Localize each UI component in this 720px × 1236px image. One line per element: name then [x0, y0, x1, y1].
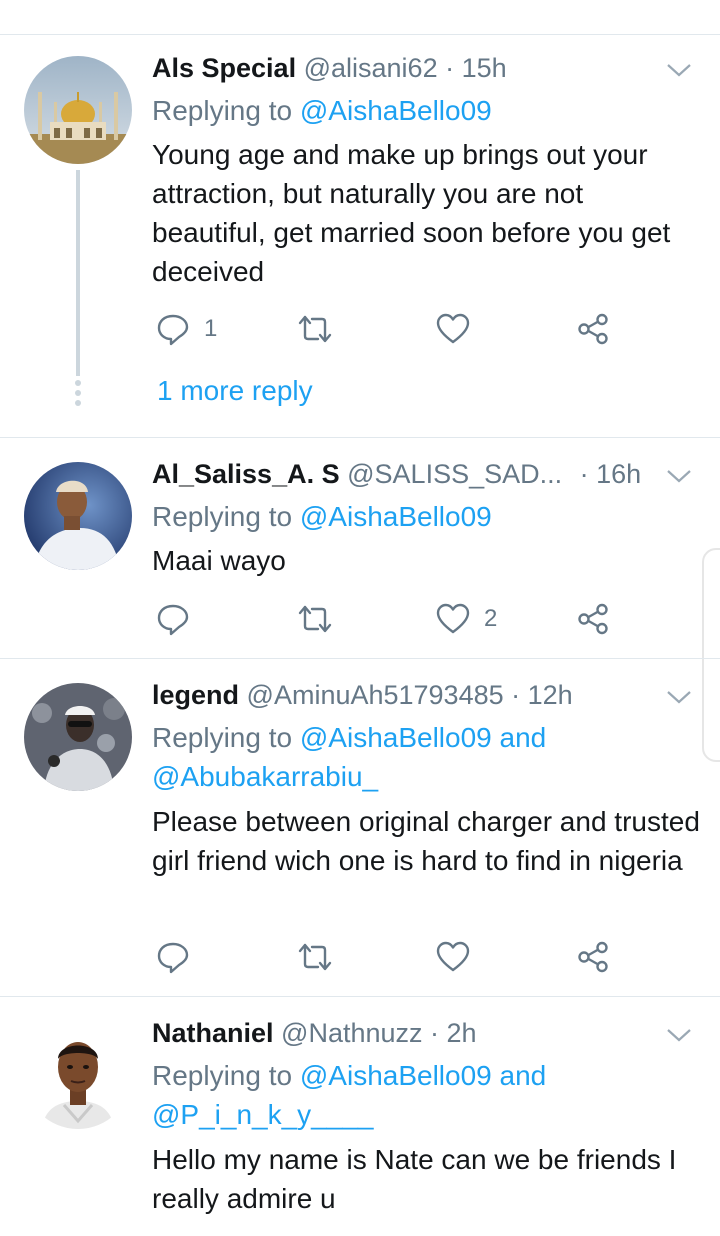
share-button[interactable] [576, 599, 610, 639]
reply-icon [157, 604, 189, 636]
more-replies-link[interactable]: 1 more reply [157, 373, 313, 409]
avatar[interactable] [24, 462, 132, 570]
heart-icon [436, 313, 470, 344]
tweet-header: Als Special @alisani62 · 15h [152, 52, 720, 84]
retweet-button[interactable] [296, 599, 334, 639]
tweet-legend[interactable]: legend @AminuAh51793485 · 12h Replying t… [0, 659, 720, 996]
tweet-nathaniel[interactable]: Nathaniel @Nathnuzz · 2h Replying to @Ai… [0, 997, 720, 1236]
thread-dots [75, 380, 81, 410]
mention-link[interactable]: @AishaBello09 [300, 95, 492, 126]
share-icon [578, 603, 608, 635]
reply-count: 1 [204, 315, 218, 342]
avatar[interactable] [24, 1021, 132, 1129]
mosque-avatar-icon [24, 56, 132, 164]
tweet-text: Young age and make up brings out your at… [152, 139, 671, 287]
mention-link[interactable]: @Abubakarrabiu_ [152, 761, 378, 792]
man-portrait-avatar-icon [24, 462, 132, 570]
tweet-text: Maai wayo [152, 545, 286, 576]
reply-icon [157, 942, 189, 974]
share-icon [578, 941, 608, 973]
heart-icon [436, 603, 470, 634]
reply-button[interactable] [156, 937, 190, 977]
display-name[interactable]: Als Special [152, 53, 296, 83]
tweet-text: Hello my name is Nate can we be friends … [152, 1144, 677, 1214]
retweet-icon [298, 943, 332, 971]
mention-link[interactable]: @P_i_n_k_y____ [152, 1099, 373, 1130]
tweet-header: Al_Saliss_A. S @SALISS_SAD... · 16h [152, 458, 720, 490]
retweet-icon [298, 605, 332, 633]
user-handle[interactable]: @alisani62 [304, 53, 438, 83]
user-handle[interactable]: @Nathnuzz [281, 1018, 422, 1048]
tweet-text: Please between original charger and trus… [152, 806, 700, 876]
tweet-header: legend @AminuAh51793485 · 12h [152, 679, 720, 711]
display-name[interactable]: Al_Saliss_A. S [152, 459, 340, 489]
heart-icon [436, 941, 470, 972]
timestamp[interactable]: · 16h [580, 459, 642, 489]
previous-tweet-remnant [0, 0, 720, 35]
tweet-actions: 2 [152, 599, 622, 639]
like-count: 2 [484, 605, 498, 632]
avatar[interactable] [24, 683, 132, 791]
timestamp[interactable]: · 12h [511, 680, 573, 710]
avatar[interactable] [24, 56, 132, 164]
like-button[interactable]: 2 [436, 599, 497, 639]
mention-link[interactable]: @AishaBello09 [300, 501, 492, 532]
display-name[interactable]: Nathaniel [152, 1018, 274, 1048]
replying-to: Replying to @AishaBello09 [152, 95, 492, 126]
timestamp[interactable]: · 2h [430, 1018, 477, 1048]
timestamp[interactable]: · 15h [445, 53, 507, 83]
tweet-header: Nathaniel @Nathnuzz · 2h [152, 1017, 720, 1049]
chevron-down-icon[interactable] [666, 468, 692, 484]
replying-to: Replying to @AishaBello09 and @P_i_n_k_y… [152, 1060, 547, 1130]
display-name[interactable]: legend [152, 680, 239, 710]
thread-line [76, 170, 80, 376]
replying-to: Replying to @AishaBello09 and @Abubakarr… [152, 722, 547, 792]
like-button[interactable] [436, 309, 470, 349]
mention-link[interactable]: @AishaBello09 [300, 722, 492, 753]
reply-button[interactable] [156, 599, 190, 639]
tweet-al-saliss[interactable]: Al_Saliss_A. S @SALISS_SAD... · 16h Repl… [0, 438, 720, 658]
man-headshot-avatar-icon [24, 1021, 132, 1129]
tweet-actions [152, 937, 622, 977]
chevron-down-icon[interactable] [666, 1027, 692, 1043]
tweet-als-special[interactable]: Als Special @alisani62 · 15h Replying to… [0, 34, 720, 437]
replying-to: Replying to @AishaBello09 [152, 501, 492, 532]
user-handle[interactable]: @AminuAh51793485 [247, 680, 504, 710]
user-handle[interactable]: @SALISS_SAD... [347, 459, 562, 489]
mention-link[interactable]: @AishaBello09 [300, 1060, 492, 1091]
share-button[interactable] [576, 309, 610, 349]
like-button[interactable] [436, 937, 470, 977]
retweet-button[interactable] [296, 309, 334, 349]
retweet-button[interactable] [296, 937, 334, 977]
share-icon [578, 313, 608, 345]
reply-button[interactable]: 1 [156, 309, 217, 349]
man-crowd-avatar-icon [24, 683, 132, 791]
retweet-icon [298, 315, 332, 343]
share-button[interactable] [576, 937, 610, 977]
chevron-down-icon[interactable] [666, 689, 692, 705]
tweet-actions: 1 [152, 309, 622, 349]
reply-icon [157, 314, 189, 346]
chevron-down-icon[interactable] [666, 62, 692, 78]
